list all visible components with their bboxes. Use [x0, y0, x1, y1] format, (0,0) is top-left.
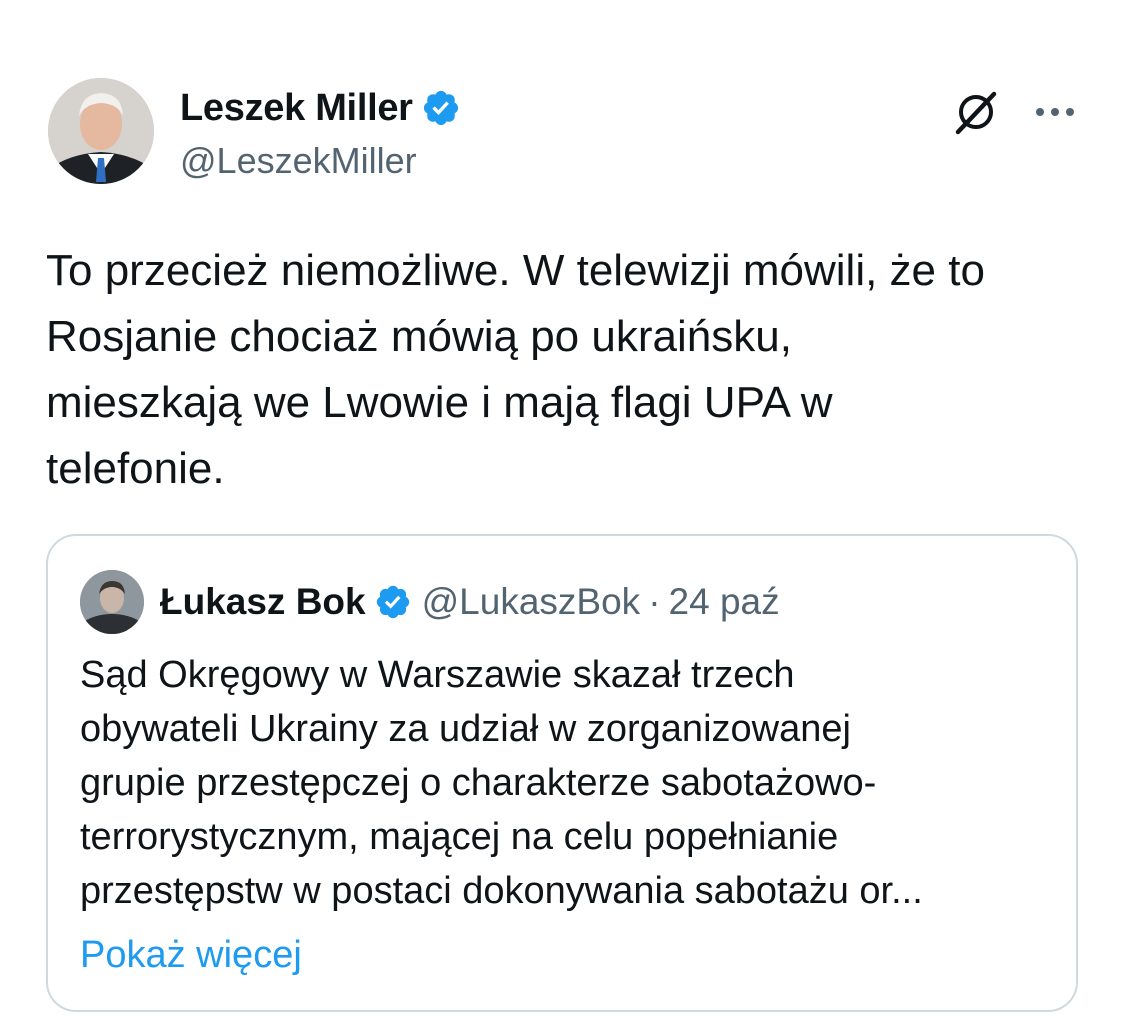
verified-badge-icon	[421, 88, 461, 128]
tweet-text: To przecież niemożliwe. W telewizji mówi…	[46, 246, 985, 493]
author-handle[interactable]: @LeszekMiller	[180, 140, 417, 182]
verified-badge-icon	[374, 583, 412, 621]
quoted-author-name: Łukasz Bok	[160, 581, 366, 622]
author-name-row: Leszek Miller	[180, 84, 461, 132]
quoted-tweet[interactable]: Łukasz Bok @LukaszBok · 24 paź Sąd Okręg…	[46, 534, 1078, 1012]
quoted-author-avatar	[80, 570, 144, 634]
author-name[interactable]: Leszek Miller	[180, 87, 413, 130]
show-more-link[interactable]: Pokaż więcej	[80, 928, 302, 982]
separator-dot: ·	[648, 581, 661, 622]
quoted-date: 24 paź	[668, 581, 780, 622]
tweet: Leszek Miller @LeszekMiller To przecież …	[0, 0, 1125, 1021]
quoted-text: Sąd Okręgowy w Warszawie skazał trzech o…	[80, 654, 923, 912]
quoted-author-handle: @LukaszBok	[421, 581, 641, 622]
author-avatar[interactable]	[48, 78, 154, 184]
grok-icon[interactable]	[950, 86, 1002, 138]
quoted-header: Łukasz Bok @LukaszBok · 24 paź	[160, 576, 780, 628]
more-options-icon[interactable]	[1028, 92, 1082, 132]
